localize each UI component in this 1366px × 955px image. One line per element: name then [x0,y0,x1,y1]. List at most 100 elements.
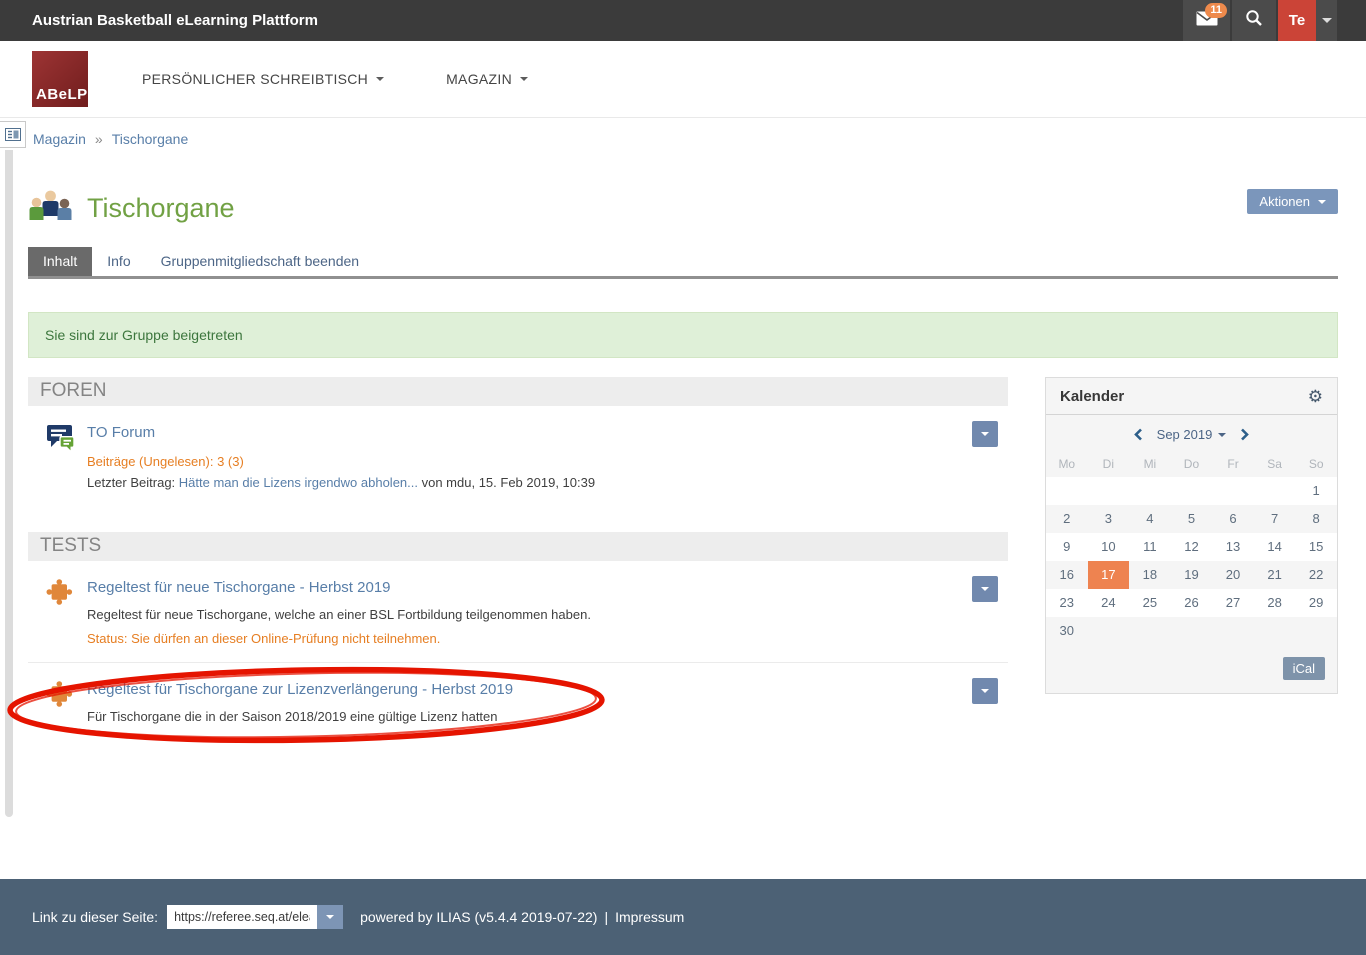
last-post-link[interactable]: Hätte man die Lizens irgendwo abholen... [179,475,418,490]
calendar-day-20[interactable]: 20 [1212,561,1254,589]
breadcrumb-magazin[interactable]: Magazin [33,131,86,147]
calendar-day-4[interactable]: 4 [1129,505,1171,533]
nav-label: PERSÖNLICHER SCHREIBTISCH [142,71,368,87]
calendar-day-1[interactable]: 1 [1295,477,1337,505]
test-description-1: Regeltest für neue Tischorgane, welche a… [87,606,958,625]
calendar-day-6[interactable]: 6 [1212,505,1254,533]
calendar-day-29[interactable]: 29 [1295,589,1337,617]
calendar-empty-cell [1295,617,1337,645]
calendar-day-22[interactable]: 22 [1295,561,1337,589]
chevron-down-icon [981,587,989,591]
nav-magazin[interactable]: MAGAZIN [446,71,528,87]
calendar-day-24[interactable]: 24 [1088,589,1130,617]
top-bar: Austrian Basketball eLearning Plattform … [0,0,1366,41]
breadcrumb-separator: » [95,131,103,147]
impressum-link[interactable]: Impressum [615,909,684,925]
tests-block: TESTS Regeltest für neue Tischorgane - H… [28,532,1008,743]
calendar-day-30[interactable]: 30 [1046,617,1088,645]
ical-button[interactable]: iCal [1283,657,1325,680]
breadcrumb-tischorgane[interactable]: Tischorgane [112,131,189,147]
last-post-label: Letzter Beitrag: [87,475,179,490]
calendar-widget: Kalender ⚙ Sep 2019 MoDiMiDoFrSaSo 12345… [1045,377,1338,694]
tree-view-icon [5,128,21,141]
user-menu[interactable]: Te [1278,0,1337,41]
gear-icon[interactable]: ⚙ [1308,388,1323,405]
forum-last-post: Letzter Beitrag: Hätte man die Lizens ir… [87,475,958,490]
calendar-day-28[interactable]: 28 [1254,589,1296,617]
test-list-item-1: Regeltest für neue Tischorgane - Herbst … [28,561,1008,662]
tree-view-toggle[interactable] [0,121,26,148]
calendar-day-15[interactable]: 15 [1295,533,1337,561]
chevron-down-icon [520,77,528,81]
calendar-weekday: So [1295,451,1337,477]
calendar-day-12[interactable]: 12 [1171,533,1213,561]
mail-button[interactable]: 11 [1183,0,1230,41]
calendar-day-25[interactable]: 25 [1129,589,1171,617]
calendar-day-5[interactable]: 5 [1171,505,1213,533]
tree-slide-handle[interactable] [5,150,13,817]
actions-button[interactable]: Aktionen [1247,189,1338,214]
calendar-weekday: Fr [1212,451,1254,477]
calendar-week-row: 16171819202122 [1046,561,1337,589]
calendar-month-selector[interactable]: Sep 2019 [1157,427,1227,442]
calendar-day-17[interactable]: 17 [1088,561,1130,589]
permalink-label: Link zu dieser Seite: [32,909,158,925]
calendar-prev-button[interactable] [1134,428,1143,441]
search-button[interactable] [1232,0,1276,41]
footer: Link zu dieser Seite: powered by ILIAS (… [0,879,1366,955]
success-message: Sie sind zur Gruppe beigetreten [28,312,1338,358]
calendar-weekday: Mo [1046,451,1088,477]
test-actions-dropdown-1[interactable] [972,576,998,602]
calendar-day-3[interactable]: 3 [1088,505,1130,533]
calendar-day-16[interactable]: 16 [1046,561,1088,589]
test-description-2: Für Tischorgane die in der Saison 2018/2… [87,708,958,727]
calendar-day-7[interactable]: 7 [1254,505,1296,533]
calendar-day-10[interactable]: 10 [1088,533,1130,561]
chevron-down-icon [326,915,334,919]
permalink-dropdown[interactable] [317,905,343,929]
calendar-day-21[interactable]: 21 [1254,561,1296,589]
calendar-day-19[interactable]: 19 [1171,561,1213,589]
forum-list-item: TO Forum Beiträge (Ungelesen): 3 (3) Let… [28,406,1008,506]
forum-actions-dropdown[interactable] [972,421,998,447]
calendar-day-18[interactable]: 18 [1129,561,1171,589]
calendar-day-14[interactable]: 14 [1254,533,1296,561]
calendar-title: Kalender [1060,388,1124,405]
chevron-down-icon [376,77,384,81]
calendar-day-9[interactable]: 9 [1046,533,1088,561]
calendar-day-26[interactable]: 26 [1171,589,1213,617]
chevron-down-icon [981,432,989,436]
calendar-day-8[interactable]: 8 [1295,505,1337,533]
logo[interactable]: ABeLP [32,51,88,107]
avatar[interactable]: Te [1278,0,1316,41]
test-title-link-2[interactable]: Regeltest für Tischorgane zur Lizenzverl… [87,678,513,698]
tab-info[interactable]: Info [92,247,145,276]
calendar-weekday-row: MoDiMiDoFrSaSo [1046,451,1337,477]
tab-gruppenmitgliedschaft-beenden[interactable]: Gruppenmitgliedschaft beenden [146,247,374,276]
group-icon [28,187,73,230]
last-post-meta: von mdu, 15. Feb 2019, 10:39 [418,475,595,490]
calendar-day-23[interactable]: 23 [1046,589,1088,617]
calendar-empty-cell [1129,477,1171,505]
calendar-day-13[interactable]: 13 [1212,533,1254,561]
calendar-day-11[interactable]: 11 [1129,533,1171,561]
chevron-down-icon [981,689,989,693]
test-actions-dropdown-2[interactable] [972,678,998,704]
calendar-next-button[interactable] [1240,428,1249,441]
tab-inhalt[interactable]: Inhalt [28,247,92,276]
test-puzzle-icon [44,576,78,646]
calendar-week-row: 23242526272829 [1046,589,1337,617]
nav-personal-desktop[interactable]: PERSÖNLICHER SCHREIBTISCH [142,71,384,87]
calendar-day-27[interactable]: 27 [1212,589,1254,617]
user-menu-caret[interactable] [1316,0,1337,41]
calendar-day-2[interactable]: 2 [1046,505,1088,533]
test-title-link-1[interactable]: Regeltest für neue Tischorgane - Herbst … [87,576,391,596]
calendar-empty-cell [1088,477,1130,505]
test-list-item-2: Regeltest für Tischorgane zur Lizenzverl… [28,662,1008,743]
forum-title-link[interactable]: TO Forum [87,421,155,441]
calendar-week-row: 30 [1046,617,1337,645]
calendar-empty-cell [1171,617,1213,645]
calendar-empty-cell [1171,477,1213,505]
permalink-input[interactable] [167,905,317,929]
calendar-empty-cell [1254,477,1296,505]
